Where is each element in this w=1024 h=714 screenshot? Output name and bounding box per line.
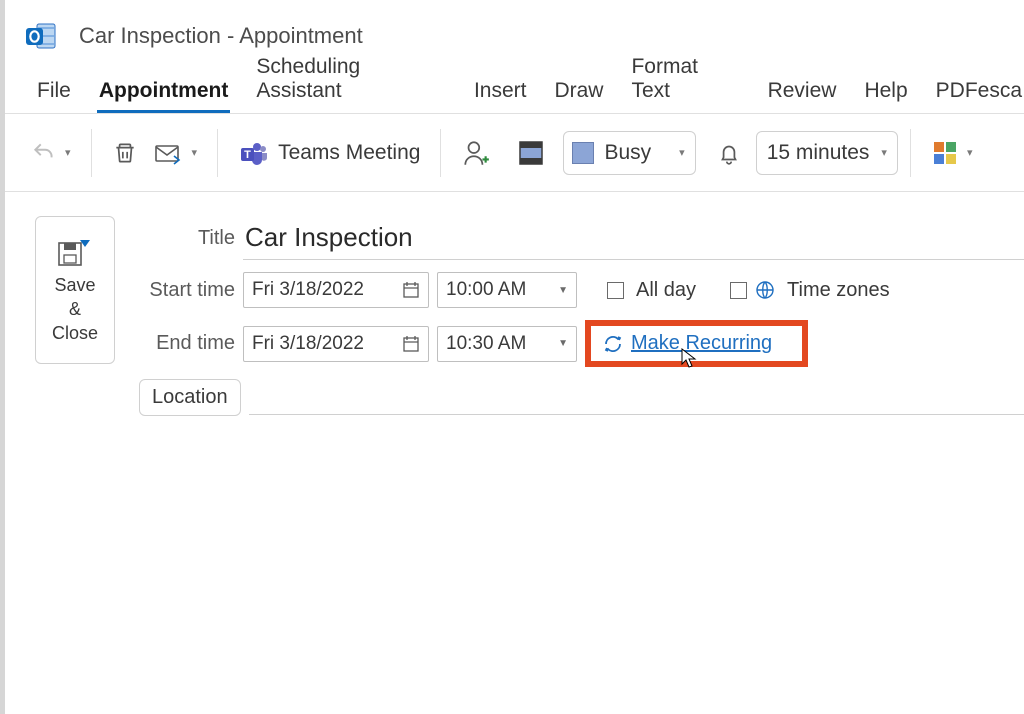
save-label-2: & (69, 299, 81, 319)
time-zones-checkbox[interactable] (730, 282, 747, 299)
forward-button[interactable]: ▾ (146, 135, 206, 171)
time-zones-label: Time zones (787, 279, 890, 302)
reminder-dropdown[interactable]: 15 minutes ▾ (756, 131, 898, 175)
make-recurring-link[interactable]: Make Recurring (631, 332, 772, 355)
window-title: Car Inspection - Appointment (79, 23, 363, 49)
categories-icon (931, 139, 959, 167)
busy-color-icon (572, 142, 594, 164)
tab-help[interactable]: Help (862, 79, 909, 113)
title-input[interactable] (243, 216, 1024, 260)
calendar-icon (402, 335, 420, 353)
globe-icon (755, 280, 775, 300)
start-date-picker[interactable]: Fri 3/18/2022 (243, 272, 429, 308)
reminder-label: 15 minutes (767, 141, 870, 165)
location-input[interactable] (249, 381, 1024, 415)
end-time-label: End time (139, 332, 235, 355)
show-as-dropdown[interactable]: Busy ▾ (563, 131, 695, 175)
tab-review[interactable]: Review (766, 79, 839, 113)
undo-icon (31, 140, 57, 166)
tab-appointment[interactable]: Appointment (97, 79, 230, 113)
highlight-box: Make Recurring (585, 320, 808, 367)
tab-file[interactable]: File (35, 79, 73, 113)
svg-text:T: T (244, 149, 251, 161)
save-label-1: Save (54, 275, 95, 295)
save-icon (57, 235, 93, 267)
tab-pdfescape[interactable]: PDFesca (934, 79, 1024, 113)
show-as-swatch-button[interactable] (509, 133, 553, 173)
teams-icon: T (238, 138, 268, 168)
end-date-value: Fri 3/18/2022 (252, 333, 364, 355)
tab-draw[interactable]: Draw (552, 79, 605, 113)
trash-icon (112, 139, 138, 167)
color-swatch-icon (517, 139, 545, 167)
save-close-button[interactable]: Save & Close (35, 216, 115, 364)
save-label-3: Close (52, 323, 98, 343)
all-day-label: All day (636, 279, 696, 302)
recurrence-icon (603, 334, 623, 354)
tab-scheduling[interactable]: Scheduling Assistant (254, 55, 448, 113)
teams-meeting-button[interactable]: T Teams Meeting (230, 132, 428, 174)
end-date-picker[interactable]: Fri 3/18/2022 (243, 326, 429, 362)
teams-meeting-label: Teams Meeting (278, 141, 420, 165)
ribbon-toolbar: ▾ ▾ T Teams Meeting (5, 114, 1024, 192)
title-label: Title (139, 227, 235, 250)
ribbon-tabs: File Appointment Scheduling Assistant In… (5, 72, 1024, 114)
tab-insert[interactable]: Insert (472, 79, 529, 113)
envelope-arrow-icon (154, 141, 184, 165)
start-time-value: 10:00 AM (446, 279, 526, 301)
bell-icon (716, 139, 742, 167)
start-date-value: Fri 3/18/2022 (252, 279, 364, 301)
show-as-label: Busy (604, 141, 651, 165)
delete-button[interactable] (104, 133, 146, 173)
calendar-icon (402, 281, 420, 299)
person-plus-icon (461, 138, 491, 168)
location-button[interactable]: Location (139, 379, 241, 416)
categorize-button[interactable]: ▾ (923, 133, 981, 173)
invite-attendees-button[interactable] (453, 132, 499, 174)
end-time-picker[interactable]: 10:30 AM ▼ (437, 326, 577, 362)
all-day-checkbox[interactable] (607, 282, 624, 299)
end-time-value: 10:30 AM (446, 333, 526, 355)
start-time-picker[interactable]: 10:00 AM ▼ (437, 272, 577, 308)
outlook-app-icon (25, 20, 57, 52)
start-time-label: Start time (139, 279, 235, 302)
tab-format-text[interactable]: Format Text (629, 55, 741, 113)
undo-button[interactable]: ▾ (23, 134, 79, 172)
reminder-bell-button[interactable] (708, 133, 750, 173)
